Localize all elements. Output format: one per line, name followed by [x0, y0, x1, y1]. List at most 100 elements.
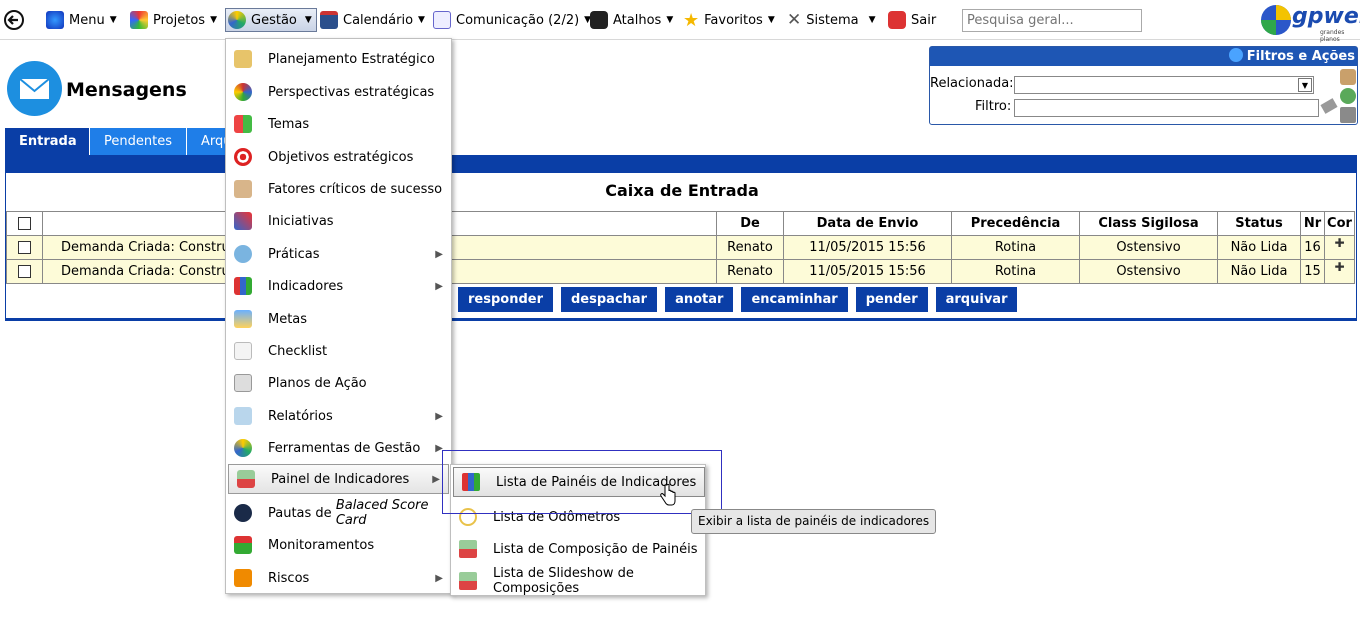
- menu-dropdown[interactable]: Menu ▼: [46, 8, 117, 32]
- col-header-nr[interactable]: Nr: [1300, 211, 1325, 236]
- menu-item-fatores[interactable]: Fatores críticos de sucesso: [226, 174, 451, 204]
- despachar-button[interactable]: despachar: [561, 287, 658, 312]
- submenu-arrow-icon: ▶: [435, 280, 443, 292]
- inbox-title: Caixa de Entrada: [605, 181, 759, 200]
- submenu-item-slideshow[interactable]: Lista de Slideshow de Composições: [451, 566, 705, 596]
- calendar-icon: [320, 11, 338, 29]
- tab-pendentes[interactable]: Pendentes: [89, 128, 186, 156]
- menu-item-painel-indicadores[interactable]: Painel de Indicadores ▶: [228, 464, 449, 494]
- menu-item-monitoramentos[interactable]: Monitoramentos: [226, 530, 451, 560]
- menu-item-relatorios[interactable]: Relatórios ▶: [226, 401, 451, 431]
- gestao-menu: Planejamento Estratégico Perspectivas es…: [225, 38, 452, 594]
- col-header-cor[interactable]: Cor: [1324, 211, 1355, 236]
- dashboard-icon: [237, 470, 255, 488]
- row-cor: ✚: [1324, 259, 1355, 284]
- calendario-dropdown[interactable]: Calendário ▼: [320, 8, 425, 32]
- logo-mark: [1261, 5, 1291, 35]
- projetos-dropdown[interactable]: Projetos ▼: [130, 8, 217, 32]
- row-precedencia: Rotina: [951, 235, 1080, 260]
- col-header-sigilo[interactable]: Class Sigilosa: [1079, 211, 1218, 236]
- themes-icon: [234, 115, 252, 133]
- row-cor: ✚: [1324, 235, 1355, 260]
- relacionada-label: Relacionada:: [930, 76, 1014, 91]
- responder-button[interactable]: responder: [458, 287, 553, 312]
- atalhos-dropdown[interactable]: Atalhos ▼: [590, 8, 673, 32]
- bar-chart-icon: [234, 277, 252, 295]
- row-sigilo: Ostensivo: [1079, 259, 1218, 284]
- goals-icon: [234, 310, 252, 328]
- global-search-input[interactable]: [962, 9, 1142, 32]
- submenu-item-odometros[interactable]: Lista de Odômetros: [451, 502, 705, 532]
- mail-icon: [7, 61, 62, 116]
- row-checkbox[interactable]: [18, 241, 31, 254]
- sistema-dropdown[interactable]: ✕ Sistema ▼: [787, 8, 876, 32]
- tools-icon: ✕: [787, 10, 802, 30]
- back-icon[interactable]: [4, 10, 24, 30]
- encaminhar-button[interactable]: encaminhar: [741, 287, 848, 312]
- caret-down-icon: ▼: [304, 15, 312, 25]
- edit-icon[interactable]: [1340, 107, 1356, 123]
- menu-item-planos-acao[interactable]: Planos de Ação: [226, 368, 451, 398]
- caret-down-icon: ▼: [666, 15, 674, 25]
- fire-icon: [234, 569, 252, 587]
- pender-button[interactable]: pender: [855, 287, 928, 312]
- globe-icon: [228, 11, 246, 29]
- row-de: Renato: [716, 259, 784, 284]
- menu-item-iniciativas[interactable]: Iniciativas: [226, 206, 451, 236]
- col-header-data[interactable]: Data de Envio: [783, 211, 952, 236]
- row-status: Não Lida: [1217, 259, 1301, 284]
- monitoring-icon: [234, 536, 252, 554]
- table-row[interactable]: Demanda Criada: Constru Renato 11/05/201…: [6, 235, 1355, 260]
- tooltip: Exibir a lista de painéis de indicadores: [691, 509, 937, 534]
- submenu-arrow-icon: ▶: [435, 572, 443, 584]
- filtro-label: Filtro:: [975, 99, 1012, 114]
- caret-down-icon: ▼: [109, 15, 117, 25]
- menu-item-planejamento[interactable]: Planejamento Estratégico: [226, 44, 451, 74]
- top-menu-bar: Menu ▼ Projetos ▼ Gestão ▼ Calendário ▼ Comu…: [0, 0, 1360, 43]
- menu-item-pautas-bsc[interactable]: Pautas de Balaced Score Card: [226, 498, 451, 528]
- tab-entrada[interactable]: Entrada: [5, 128, 91, 156]
- users-icon[interactable]: [1340, 88, 1356, 104]
- menu-item-metas[interactable]: Metas: [226, 304, 451, 334]
- tab-bar-strip: [5, 155, 1357, 173]
- submenu-arrow-icon: ▶: [435, 410, 443, 422]
- menu-item-indicadores[interactable]: Indicadores ▶: [226, 271, 451, 301]
- col-header-precedencia[interactable]: Precedência: [951, 211, 1080, 236]
- target-icon: [234, 148, 252, 166]
- sair-button[interactable]: Sair: [888, 8, 936, 32]
- comunicacao-dropdown[interactable]: Comunicação (2/2) ▼: [433, 8, 591, 32]
- menu-item-temas[interactable]: Temas: [226, 109, 451, 139]
- menu-item-riscos[interactable]: Riscos ▶: [226, 563, 451, 593]
- plus-icon[interactable]: ✚: [1334, 260, 1344, 274]
- relacionada-select[interactable]: ▼: [1014, 76, 1314, 94]
- menu-item-objetivos[interactable]: Objetivos estratégicos: [226, 142, 451, 172]
- bar-chart-icon: [462, 473, 480, 491]
- select-all-checkbox[interactable]: [18, 217, 31, 230]
- filtro-input[interactable]: [1014, 99, 1319, 117]
- menu-item-checklist[interactable]: Checklist: [226, 336, 451, 366]
- menu-item-ferramentas[interactable]: Ferramentas de Gestão ▶: [226, 433, 451, 463]
- filters-panel: Filtros e Ações Relacionada: ▼ Filtro:: [929, 46, 1358, 125]
- col-header-de[interactable]: De: [716, 211, 784, 236]
- table-row[interactable]: Demanda Criada: Constru Renato 11/05/201…: [6, 259, 1355, 284]
- slideshow-icon: [459, 572, 477, 590]
- inbox-panel: Caixa de Entrada De Data de Envio Preced…: [5, 173, 1357, 319]
- row-checkbox[interactable]: [18, 265, 31, 278]
- menu-item-perspectivas[interactable]: Perspectivas estratégicas: [226, 77, 451, 107]
- menu-item-praticas[interactable]: Práticas ▶: [226, 239, 451, 269]
- favoritos-dropdown[interactable]: ★ Favoritos ▼: [683, 8, 775, 32]
- row-sigilo: Ostensivo: [1079, 235, 1218, 260]
- perspective-icon: [234, 83, 252, 101]
- col-header-status[interactable]: Status: [1217, 211, 1301, 236]
- gestao-dropdown[interactable]: Gestão ▼: [225, 8, 317, 32]
- arquivar-button[interactable]: arquivar: [935, 287, 1018, 312]
- row-precedencia: Rotina: [951, 259, 1080, 284]
- cleanup-icon[interactable]: [1340, 69, 1356, 85]
- gpweb-logo: gpweb grandes planos: [1258, 2, 1360, 43]
- eraser-icon[interactable]: [1320, 98, 1338, 114]
- submenu-item-composicao[interactable]: Lista de Composição de Painéis: [451, 534, 705, 564]
- reports-icon: [234, 407, 252, 425]
- caret-down-icon: ▼: [767, 15, 775, 25]
- plus-icon[interactable]: ✚: [1334, 236, 1344, 250]
- anotar-button[interactable]: anotar: [665, 287, 734, 312]
